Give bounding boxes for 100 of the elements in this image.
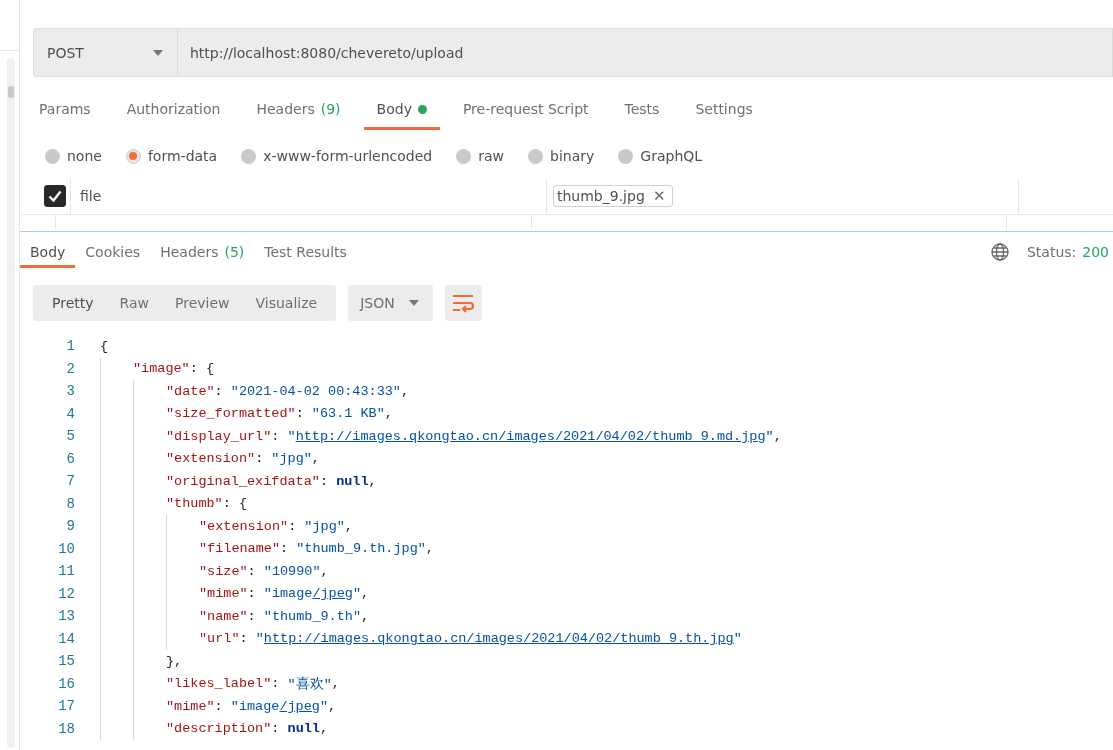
json-string: "63.1 KB": [311, 406, 385, 422]
json-punctuation: :: [280, 541, 290, 557]
json-punctuation: ,: [384, 406, 393, 422]
json-null: null: [336, 473, 369, 489]
line-number: 4: [65, 405, 75, 422]
view-mode-button[interactable]: Pretty: [39, 285, 107, 321]
json-key: "size": [199, 563, 248, 579]
request-tab[interactable]: Headers (9): [243, 97, 354, 130]
line-number: 2: [65, 360, 75, 377]
caret-icon: [153, 49, 163, 56]
json-key: "thumb": [166, 496, 223, 512]
body-type-radio[interactable]: none: [45, 148, 102, 164]
request-tab[interactable]: Tests: [611, 97, 673, 130]
caret-icon: [408, 300, 419, 306]
json-punctuation: :: [214, 383, 224, 399]
json-link[interactable]: http://images.qkongtao.cn/images/2021/04/02/thumb_9.md.jpg: [295, 428, 766, 444]
remove-button[interactable]: ✕: [652, 187, 666, 205]
line-number: 8: [65, 495, 75, 512]
json-punctuation: ,: [425, 541, 434, 557]
line-number: 9: [65, 518, 75, 535]
json-link[interactable]: /jpeg: [312, 586, 353, 602]
body-type-radio[interactable]: raw: [456, 148, 505, 164]
json-punctuation: :: [295, 406, 305, 422]
request-tab[interactable]: Body: [363, 97, 440, 130]
request-tab[interactable]: Pre-request Script: [449, 97, 602, 130]
json-string: "image: [230, 698, 280, 714]
json-string: "thumb_9.th": [263, 608, 362, 624]
file-chip: thumb_9.jpg ✕: [553, 185, 673, 207]
json-punctuation: ,: [331, 676, 340, 692]
line-number: 3: [65, 383, 75, 400]
json-punctuation: : {: [222, 496, 248, 512]
request-tab[interactable]: Params: [26, 97, 104, 130]
json-key: "extension": [199, 518, 289, 534]
line-number: 5: [65, 428, 75, 445]
json-string: ": [319, 698, 329, 714]
body-type-radio[interactable]: GraphQL: [618, 148, 703, 164]
json-punctuation: :: [288, 518, 298, 534]
json-punctuation: ,: [400, 383, 410, 399]
json-punctuation: {: [100, 338, 109, 354]
status-label: Status:: [1026, 244, 1077, 260]
json-key: "likes_label": [166, 676, 272, 692]
param-key: file: [80, 188, 102, 204]
json-punctuation: : {: [189, 361, 215, 377]
json-string: "thumb_9.th.jpg": [296, 541, 426, 557]
url-field[interactable]: http://localhost:8080/chevereto/upload: [178, 28, 1113, 77]
json-punctuation: :: [255, 451, 265, 467]
line-number: 14: [57, 630, 75, 647]
view-mode-button[interactable]: Preview: [162, 285, 243, 321]
wrap-lines-button[interactable]: [444, 285, 482, 321]
json-punctuation: :: [319, 473, 330, 489]
json-punctuation: ,: [311, 451, 320, 467]
line-number: 7: [65, 473, 75, 490]
line-number: 6: [65, 450, 75, 467]
json-punctuation: :: [247, 563, 257, 579]
body-type-radio[interactable]: x-www-form-urlencoded: [241, 148, 433, 164]
response-tab[interactable]: Cookies: [75, 236, 151, 268]
response-tab[interactable]: Headers (5): [150, 236, 255, 268]
json-key: "filename": [199, 541, 280, 557]
json-punctuation: ,: [328, 698, 337, 714]
request-tab[interactable]: Authorization: [113, 97, 234, 130]
json-punctuation: ,: [361, 586, 370, 602]
json-key: "name": [199, 608, 248, 624]
status-code: 200: [1082, 244, 1109, 260]
json-string: "10990": [263, 563, 321, 579]
json-string: ": [255, 631, 264, 647]
json-string: "2021-04-02 00:43:33": [230, 383, 401, 399]
response-tab[interactable]: Test Results: [254, 236, 357, 268]
json-key: "url": [199, 631, 240, 647]
json-link[interactable]: /jpeg: [279, 698, 320, 714]
line-number: 10: [57, 540, 75, 557]
json-string: ": [765, 428, 774, 444]
view-mode-button[interactable]: Visualize: [242, 285, 331, 321]
json-link[interactable]: http://images.qkongtao.cn/images/2021/04/02/thumb_9.th.jpg: [263, 631, 734, 647]
response-tab[interactable]: Body: [20, 236, 76, 268]
json-punctuation: :: [271, 428, 281, 444]
line-number: 16: [57, 675, 75, 692]
method-dropdown[interactable]: POST: [33, 28, 178, 77]
body-type-radio[interactable]: form-data: [125, 148, 218, 164]
view-mode-button[interactable]: Raw: [106, 285, 162, 321]
json-punctuation: :: [271, 676, 281, 692]
scrollbar-thumb[interactable]: [7, 58, 15, 748]
line-number: 12: [57, 585, 75, 602]
body-type-radio[interactable]: binary: [528, 148, 595, 164]
json-punctuation: },: [166, 653, 183, 669]
json-punctuation: ,: [319, 721, 329, 737]
format-dropdown[interactable]: JSON: [348, 285, 433, 321]
json-key: "description": [166, 721, 272, 737]
json-punctuation: ,: [773, 428, 782, 444]
json-string: "image: [263, 586, 313, 602]
json-key: "original_exifdata": [166, 473, 320, 489]
line-number: 18: [57, 720, 75, 737]
json-key: "extension": [166, 451, 256, 467]
json-punctuation: ,: [344, 518, 353, 534]
check-icon: [48, 190, 62, 202]
request-tab[interactable]: Settings: [682, 97, 766, 130]
json-string: ": [733, 631, 742, 647]
checkbox[interactable]: [44, 185, 66, 207]
json-punctuation: ,: [361, 608, 370, 624]
globe-icon[interactable]: [990, 243, 1009, 261]
json-punctuation: :: [271, 721, 281, 737]
